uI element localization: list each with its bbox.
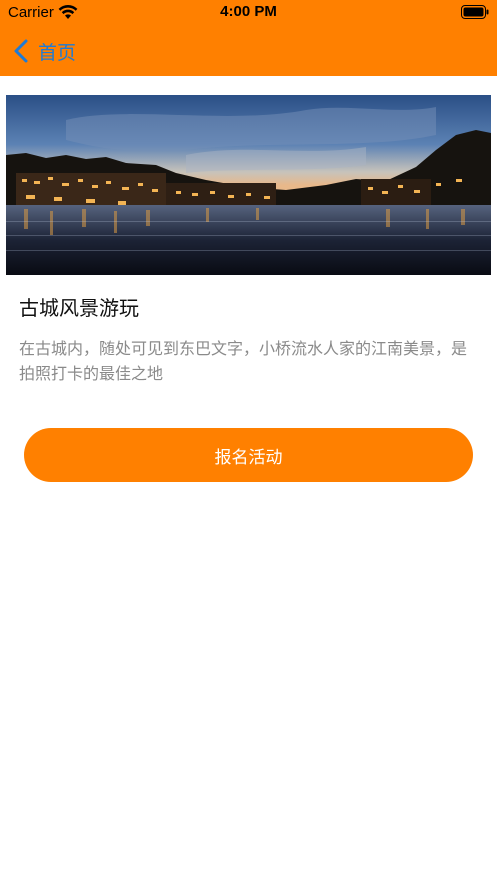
status-bar: Carrier 4:00 PM — [0, 0, 497, 26]
back-label: 首页 — [38, 41, 77, 64]
activity-title: 古城风景游玩 — [19, 296, 139, 320]
activity-description: 在古城内，随处可见到东巴文字，小桥流水人家的江南美景，是拍照打卡的最佳之地 — [19, 339, 468, 383]
signup-button[interactable]: 报名活动 — [24, 428, 473, 482]
status-time: 4:00 PM — [220, 3, 277, 20]
nav-bar: 首页 — [0, 26, 497, 76]
back-button[interactable]: 首页 — [12, 36, 76, 66]
activity-image — [6, 95, 491, 275]
signup-button-label: 报名活动 — [214, 447, 283, 468]
chevron-left-icon — [14, 39, 28, 63]
battery-icon — [461, 5, 489, 19]
top-bar: Carrier 4:00 PM 首页 — [0, 0, 497, 76]
